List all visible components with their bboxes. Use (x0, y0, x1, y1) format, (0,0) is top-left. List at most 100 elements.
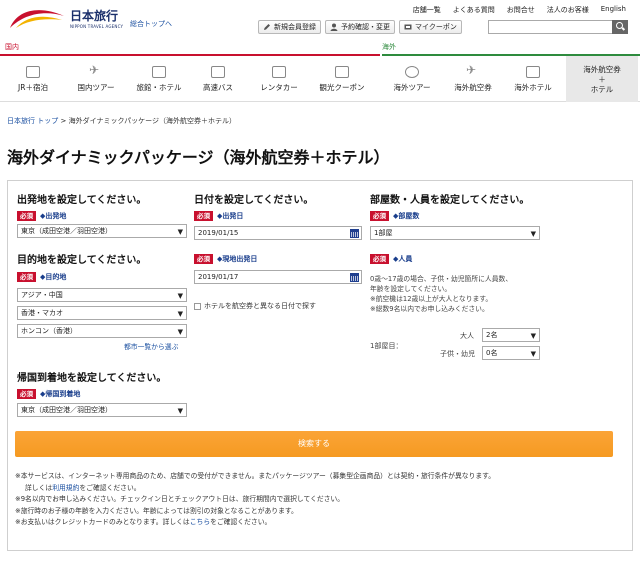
people-note-2: 年齢を設定してください。 (370, 285, 452, 293)
nav-item-label: 高速バス (203, 82, 233, 92)
dropdown-arrow-icon: ▼ (177, 407, 183, 415)
rooms-heading: 部屋数・人員を設定してください。 (370, 195, 530, 206)
note-line-2-suffix: をご確認ください。 (79, 483, 141, 492)
local-date-input[interactable]: 2019/01/17 (194, 270, 362, 284)
note-line-2: 詳しくは利用規約をご確認ください。 (15, 483, 623, 495)
note-line-5-suffix: をご確認ください。 (210, 518, 272, 526)
dropdown-arrow-icon: ▼ (177, 228, 183, 236)
nav-item-domestic-tour[interactable]: 国内ツアー (66, 56, 126, 102)
destination-region-value: アジア・中国 (21, 291, 63, 299)
coupon-icon (404, 23, 412, 31)
required-badge: 必須 (370, 211, 389, 221)
reservation-check-label: 予約確認・変更 (341, 23, 390, 31)
destination-field-label: 必須 ◆目的地 (17, 272, 66, 282)
checkbox-box[interactable] (194, 302, 201, 310)
depart-date-field-name: ◆出発日 (217, 212, 244, 220)
destination-city-value: ホンコン（香港） (21, 327, 77, 335)
diff-date-checkbox[interactable]: ホテルを航空券と異なる日付で探す (194, 301, 316, 311)
nav-item-highway-bus[interactable]: 高速バス (192, 56, 244, 102)
calendar-icon[interactable] (350, 273, 359, 282)
departure-select[interactable]: 東京（成田空港／羽田空港） ▼ (17, 224, 187, 238)
departure-heading: 出発地を設定してください。 (17, 195, 147, 206)
dropdown-arrow-icon: ▼ (177, 310, 183, 318)
people-note-3: ※航空機は12歳以上が大人となります。 (370, 295, 493, 303)
nav-item-jr-hotel[interactable]: JR＋宿泊 (4, 56, 62, 102)
util-link-faq[interactable]: よくある質問 (453, 5, 495, 15)
nav-item-label: 旅館・ホテル (136, 82, 182, 92)
nav-item-air-hotel-package[interactable]: 海外航空券 ＋ ホテル (566, 56, 638, 102)
ticket-icon (335, 65, 349, 78)
building-icon (152, 65, 166, 78)
nav-category-labels: 国内 海外 (0, 41, 640, 55)
terms-of-use-link[interactable]: 利用規約 (52, 484, 79, 492)
nav-item-ryokan-hotel[interactable]: 旅館・ホテル (128, 56, 190, 102)
nav-item-rental-car[interactable]: レンタカー (250, 56, 308, 102)
child-label: 子供・幼児 (440, 350, 475, 358)
search-submit-button[interactable]: 検索する (15, 431, 613, 457)
breadcrumb-home-link[interactable]: 日本旅行 トップ (7, 117, 58, 125)
rooms-select[interactable]: 1部屋 ▼ (370, 226, 540, 240)
nav-item-label: 国内ツアー (77, 82, 115, 92)
departure-field-label: 必須 ◆出発地 (17, 211, 66, 221)
page-title: 海外ダイナミックパッケージ（海外航空券＋ホテル） (7, 148, 390, 167)
adult-label: 大人 (460, 332, 474, 340)
register-button[interactable]: 新規会員登録 (258, 20, 321, 34)
local-date-field-label: 必須 ◆現地出発日 (194, 254, 257, 264)
nav-item-active-line-3: ホテル (590, 84, 614, 94)
utility-links: 店舗一覧 よくある質問 お問合せ 法人のお客様 English (413, 5, 626, 15)
child-count-select[interactable]: 0名 ▼ (482, 346, 540, 360)
util-link-stores[interactable]: 店舗一覧 (413, 5, 441, 15)
register-button-label: 新規会員登録 (274, 23, 316, 31)
return-select-value: 東京（成田空港／羽田空港） (21, 406, 112, 414)
note-line-2-prefix: 詳しくは (25, 483, 53, 492)
people-field-name: ◆人員 (393, 255, 413, 263)
my-coupon-button[interactable]: マイクーポン (399, 20, 462, 34)
nippon-travel-logo[interactable]: 日本旅行 NIPPON TRAVEL AGENCY (8, 4, 126, 34)
note-line-5: ※お支払いはクレジットカードのみとなります。詳しくはこちらをご確認ください。 (15, 517, 623, 529)
site-search-input[interactable] (488, 20, 624, 34)
depart-date-input[interactable]: 2019/01/15 (194, 226, 362, 240)
util-link-corporate[interactable]: 法人のお客様 (547, 5, 589, 15)
departure-field-name: ◆出発地 (40, 212, 67, 220)
globe-icon (405, 65, 419, 78)
destination-country-select[interactable]: 香港・マカオ ▼ (17, 306, 187, 320)
nav-item-label: 海外ツアー (393, 82, 431, 92)
depart-date-value: 2019/01/15 (198, 229, 239, 237)
user-icon (330, 23, 338, 31)
return-select[interactable]: 東京（成田空港／羽田空港） ▼ (17, 403, 187, 417)
general-top-link[interactable]: 総合トップへ (130, 19, 172, 29)
util-link-contact[interactable]: お問合せ (507, 5, 535, 15)
nav-item-label: 海外ホテル (514, 82, 552, 92)
nav-item-sightseeing-coupon[interactable]: 観光クーポン (310, 56, 374, 102)
diff-date-checkbox-label: ホテルを航空券と異なる日付で探す (204, 302, 316, 310)
reservation-check-button[interactable]: 予約確認・変更 (325, 20, 395, 34)
adult-count-select[interactable]: 2名 ▼ (482, 328, 540, 342)
destination-city-select[interactable]: ホンコン（香港） ▼ (17, 324, 187, 338)
depart-date-field-label: 必須 ◆出発日 (194, 211, 243, 221)
note-line-4: ※旅行時のお子様の年齢を入力ください。年齢によっては割引の対象となることがありま… (15, 506, 298, 515)
nav-item-label: レンタカー (260, 82, 298, 92)
nav-item-overseas-tour[interactable]: 海外ツアー (384, 56, 440, 102)
nav-item-overseas-air[interactable]: 海外航空券 (444, 56, 502, 102)
destination-region-select[interactable]: アジア・中国 ▼ (17, 288, 187, 302)
breadcrumb-current: 海外ダイナミックパッケージ（海外航空券＋ホテル） (68, 117, 236, 125)
required-badge: 必須 (17, 211, 36, 221)
nav-item-label: 海外航空券 (454, 82, 492, 92)
return-field-name: ◆帰国到着地 (40, 390, 81, 398)
search-icon[interactable] (612, 20, 628, 34)
nav-international-label: 海外 (382, 43, 396, 51)
nav-item-overseas-hotel[interactable]: 海外ホテル (504, 56, 562, 102)
rooms-field-name: ◆部屋数 (393, 212, 420, 220)
nav-item-label: 観光クーポン (319, 82, 365, 92)
people-note-4: ※総数9名以内でお申し込みください。 (370, 305, 489, 313)
airplane-icon (466, 63, 480, 78)
util-link-english[interactable]: English (601, 5, 626, 15)
calendar-icon[interactable] (350, 229, 359, 238)
child-count-value: 0名 (486, 349, 498, 357)
hotel-icon (526, 65, 540, 78)
dropdown-arrow-icon: ▼ (530, 332, 536, 340)
dates-heading: 日付を設定してください。 (194, 195, 314, 206)
payment-details-link[interactable]: こちら (190, 518, 210, 526)
city-list-link[interactable]: 都市一覧から選ぶ (124, 342, 178, 352)
room-1-label: 1部屋目： (370, 342, 403, 350)
